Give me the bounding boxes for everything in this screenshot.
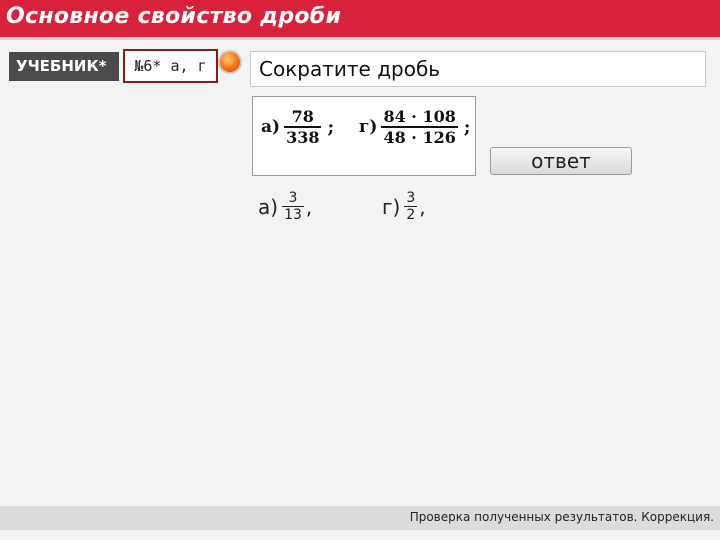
problem-g-denominator: 48 · 126 (381, 126, 458, 147)
answer-a: а) 3 13 , (258, 190, 312, 223)
problem-a-numerator: 78 (291, 107, 314, 126)
answer-g-numerator: 3 (406, 190, 416, 206)
problem-a: а) 78 338 ; (261, 107, 334, 147)
problem-g-separator: ; (463, 116, 471, 138)
answer-g-separator: , (419, 194, 426, 219)
answer-g-label: г) (382, 194, 401, 219)
page-title: Основное свойство дроби (6, 4, 342, 29)
problem-a-separator: ; (327, 116, 335, 138)
answer-a-label: а) (258, 194, 279, 219)
title-bar: Основное свойство дроби (0, 0, 720, 40)
exercise-number-button[interactable]: №6* а, г (123, 49, 218, 83)
answer-button[interactable]: ответ (490, 147, 632, 175)
problem-a-fraction: 78 338 (284, 107, 322, 147)
answer-a-separator: , (305, 194, 313, 219)
answer-a-fraction: 3 13 (282, 190, 304, 223)
footer-text: Проверка полученных результатов. Коррекц… (409, 510, 714, 524)
problem-box: а) 78 338 ; г) 84 · 108 48 · 126 ; (252, 96, 476, 176)
answer-a-denominator: 13 (282, 206, 304, 223)
textbook-button[interactable]: УЧЕБНИК* (9, 52, 119, 81)
problem-a-label: а) (261, 117, 281, 137)
answer-g-denominator: 2 (404, 206, 418, 223)
problem-a-denominator: 338 (284, 126, 322, 147)
problem-g-label: г) (359, 117, 378, 137)
footer-bar: Проверка полученных результатов. Коррекц… (0, 506, 720, 530)
answer-a-numerator: 3 (288, 190, 298, 206)
answer-g-fraction: 3 2 (404, 190, 418, 223)
orange-circle-icon[interactable] (220, 52, 240, 72)
problem-g-fraction: 84 · 108 48 · 126 (381, 107, 458, 147)
problem-g: г) 84 · 108 48 · 126 ; (359, 107, 471, 147)
task-instruction: Сократите дробь (250, 51, 706, 87)
answer-g: г) 3 2 , (382, 190, 426, 223)
problem-g-numerator: 84 · 108 (383, 107, 456, 126)
